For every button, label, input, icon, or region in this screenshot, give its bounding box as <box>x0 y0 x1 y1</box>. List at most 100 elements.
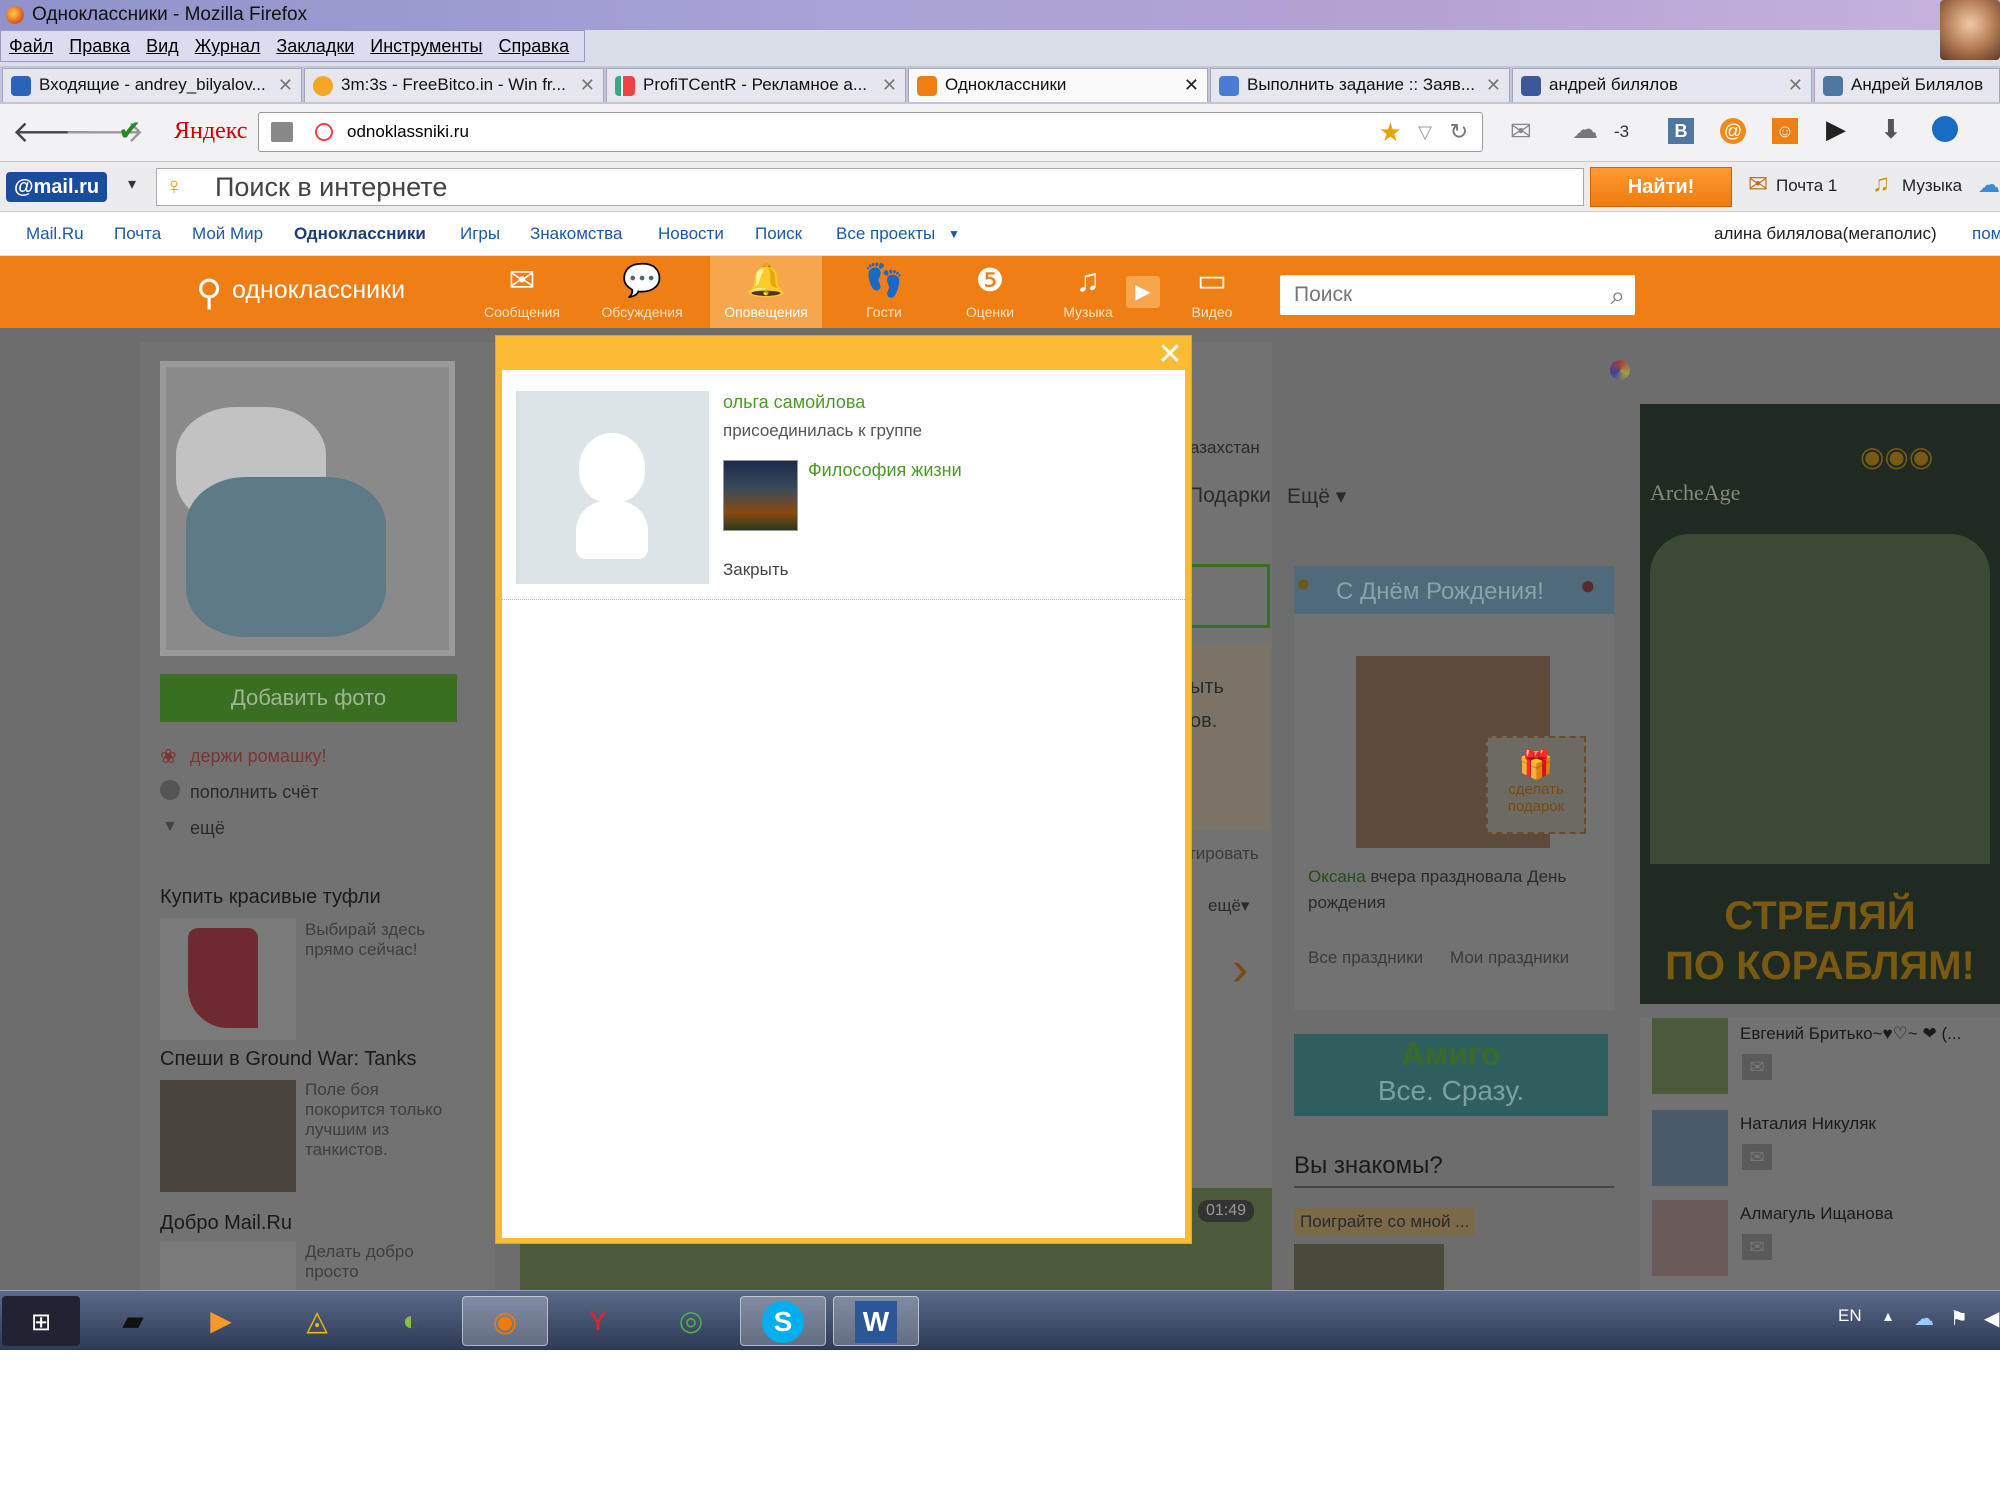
tab-proficentr[interactable]: ProfiTCentR - Рекламное а... ✕ <box>606 68 906 102</box>
tab-freebitcoin[interactable]: 3m:3s - FreeBitco.in - Win fr... ✕ <box>304 68 604 102</box>
tab-odnoklassniki[interactable]: Одноклассники ✕ <box>908 68 1208 102</box>
group-link[interactable]: Философия жизни <box>808 460 962 481</box>
search-engine-icon[interactable]: ♀ <box>165 169 183 205</box>
tab-task[interactable]: Выполнить задание :: Заяв... ✕ <box>1210 68 1510 102</box>
url-bar[interactable]: odnoklassniki.ru ★ ▽ ↻ <box>258 112 1483 152</box>
ad-shoes-text[interactable]: Выбирай здесь прямо сейчас! <box>305 920 455 960</box>
reload-icon[interactable]: ↻ <box>1450 113 1468 151</box>
mail-notify-icon[interactable]: ✉ <box>1510 116 1532 147</box>
chevron-down-icon[interactable]: ▾ <box>128 174 136 194</box>
play-with-me-badge[interactable]: Поиграйте со мной ... <box>1294 1208 1476 1236</box>
project-myworld[interactable]: Мой Мир <box>192 212 263 256</box>
left-link-topup[interactable]: пополнить счёт <box>190 782 319 803</box>
suggested-friend-photo[interactable] <box>1294 1244 1444 1290</box>
friend-name[interactable]: Евгений Бритько~♥♡~ ❤ (... <box>1740 1024 1961 1044</box>
friend-avatar[interactable] <box>1652 1200 1728 1276</box>
amigo-banner[interactable]: Амиго Все. Сразу. <box>1294 1034 1608 1116</box>
mail-notify-icon[interactable]: ✉ <box>1748 170 1768 199</box>
project-all[interactable]: Все проекты <box>836 212 935 256</box>
project-games[interactable]: Игры <box>460 212 500 256</box>
mailru-logo[interactable]: @mail.ru <box>6 172 108 202</box>
menu-gifts[interactable]: Подарки <box>1188 484 1271 508</box>
close-icon[interactable]: ✕ <box>580 69 595 101</box>
friend-name[interactable]: Алмагуль Ищанова <box>1740 1204 1893 1224</box>
nav-video[interactable]: ▭ Видео <box>1162 256 1262 328</box>
close-icon[interactable]: ✕ <box>1486 69 1501 101</box>
close-icon[interactable]: ✕ <box>882 69 897 101</box>
add-photo-button[interactable]: Добавить фото <box>160 674 457 722</box>
internet-search-input[interactable]: ♀ Поиск в интернете <box>156 168 1584 206</box>
download-check-icon[interactable]: ✔ <box>118 114 141 147</box>
dropdown-icon[interactable]: ▽ <box>1418 113 1432 151</box>
nav-ratings[interactable]: ❺ Оценки <box>940 256 1040 328</box>
taskbar-app-player[interactable]: ▶ <box>178 1296 264 1346</box>
close-icon[interactable]: ✕ <box>278 69 293 101</box>
chevron-down-icon[interactable]: ▼ <box>948 212 960 256</box>
tray-expand-icon[interactable]: ▴ <box>1884 1306 1892 1326</box>
ok-toolbar-icon[interactable]: ☺ <box>1772 118 1798 144</box>
nav-guests[interactable]: 👣 Гости <box>834 256 934 328</box>
project-ok[interactable]: Одноклассники <box>294 212 426 256</box>
nav-messages[interactable]: ✉ Сообщения <box>472 256 572 328</box>
gift-button[interactable]: 🎁 сделать подарок <box>1486 736 1586 834</box>
menu-edit[interactable]: Правка <box>61 31 138 61</box>
project-mailru[interactable]: Mail.Ru <box>26 212 84 256</box>
nav-discussions[interactable]: 💬 Обсуждения <box>592 256 692 328</box>
mail-link[interactable]: Почта 1 <box>1776 176 1837 196</box>
friend-avatar[interactable] <box>1652 1110 1728 1186</box>
vk-toolbar-icon[interactable]: B <box>1668 118 1694 144</box>
tab-vk[interactable]: Андрей Билялов <box>1814 68 2000 102</box>
message-icon[interactable]: ✉ <box>1742 1054 1772 1080</box>
ad-dobro-text[interactable]: Делать добро просто <box>305 1242 455 1282</box>
taskbar-app-skype[interactable]: S <box>740 1296 826 1346</box>
menu-history[interactable]: Журнал <box>187 31 269 61</box>
yandex-brand[interactable]: Яндекс <box>174 118 247 145</box>
ad-dobro-image[interactable] <box>160 1242 296 1290</box>
notification-user-name[interactable]: ольга самойлова <box>723 392 865 413</box>
extension-icon[interactable] <box>1932 116 1958 142</box>
current-user[interactable]: алина билялова(мегаполис) <box>1714 212 1937 256</box>
birthday-name[interactable]: Оксана <box>1308 867 1366 886</box>
tab-facebook[interactable]: андрей билялов ✕ <box>1512 68 1812 102</box>
archeage-ad[interactable]: ArcheAge ◉◉◉ СТРЕЛЯЙ ПО КОРАБЛЯМ! <box>1640 404 2000 1004</box>
ad-tanks-text[interactable]: Поле боя покорится только лучшим из танк… <box>305 1080 455 1160</box>
menu-bookmarks[interactable]: Закладки <box>268 31 362 61</box>
taskbar-app-hdd[interactable]: ▰ <box>90 1296 176 1346</box>
nav-music[interactable]: ♫ Музыка <box>1038 256 1138 328</box>
ad-tanks-image[interactable] <box>160 1080 296 1192</box>
help-link[interactable]: пом <box>1972 212 2000 256</box>
start-button[interactable]: ⊞ <box>2 1296 80 1346</box>
project-dating[interactable]: Знакомства <box>530 212 622 256</box>
network-icon[interactable]: ☁ <box>1914 1306 1934 1331</box>
group-thumbnail[interactable] <box>723 460 798 531</box>
close-icon[interactable]: ✕ <box>1155 340 1185 370</box>
menu-help[interactable]: Справка <box>491 31 578 61</box>
taskbar-app-word[interactable]: W <box>833 1296 919 1346</box>
menu-tools[interactable]: Инструменты <box>362 31 490 61</box>
feed-more-link[interactable]: ещё▾ <box>1208 896 1249 916</box>
ad-shoes-title[interactable]: Купить красивые туфли <box>160 886 381 909</box>
message-icon[interactable]: ✉ <box>1742 1234 1772 1260</box>
close-icon[interactable]: ✕ <box>1184 69 1199 101</box>
ok-logo[interactable]: одноклассники <box>232 276 405 305</box>
bookmark-star-icon[interactable]: ★ <box>1379 113 1402 151</box>
play-icon[interactable]: ▶ <box>1826 114 1846 145</box>
taskbar-app-icq[interactable]: ◐ <box>368 1296 454 1346</box>
project-news[interactable]: Новости <box>658 212 724 256</box>
comment-link[interactable]: тировать <box>1188 844 1259 864</box>
volume-icon[interactable]: ◀ <box>1984 1306 1999 1331</box>
taskbar-app-aimp[interactable]: ◬ <box>274 1296 360 1346</box>
left-link-more[interactable]: ещё <box>190 818 225 839</box>
notification-avatar[interactable] <box>516 391 709 584</box>
ad-shoes-image[interactable] <box>160 918 296 1040</box>
notification-close-link[interactable]: Закрыть <box>723 560 788 580</box>
download-icon[interactable]: ⬇ <box>1880 114 1902 145</box>
taskbar-app-firefox[interactable]: ◉ <box>462 1296 548 1346</box>
ad-dobro-title[interactable]: Добро Mail.Ru <box>160 1212 292 1235</box>
profile-photo[interactable] <box>160 361 455 656</box>
left-link-daisy[interactable]: держи ромашку! <box>190 746 327 767</box>
close-icon[interactable]: ✕ <box>1788 69 1803 101</box>
project-search[interactable]: Поиск <box>755 212 802 256</box>
project-mail[interactable]: Почта <box>114 212 161 256</box>
ok-logo-icon[interactable]: ⚲ <box>196 272 222 314</box>
